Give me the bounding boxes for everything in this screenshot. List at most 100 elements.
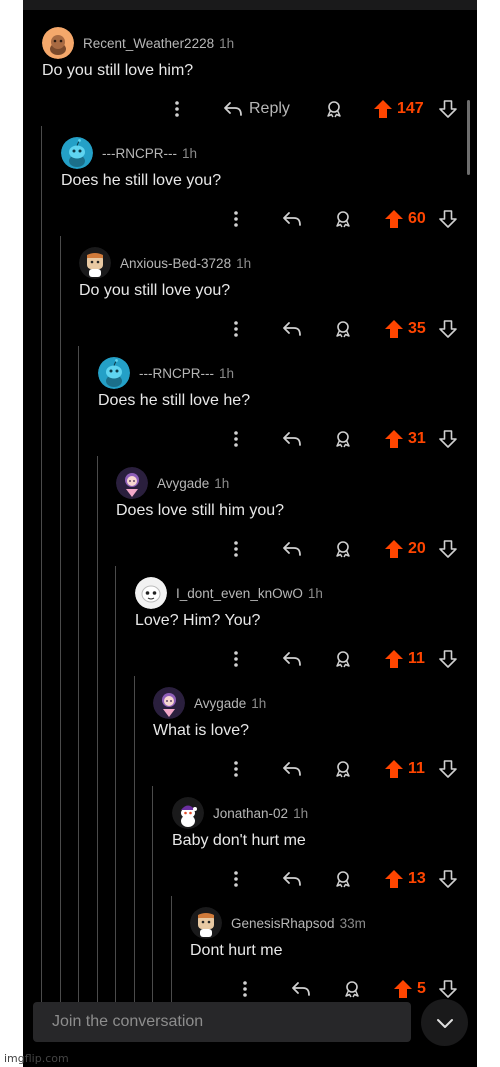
comment-time: 1h [307,586,323,601]
vote-score: 35 [408,320,426,337]
white-blob-avatar[interactable] [135,577,167,609]
custom-snoo-avatar[interactable] [190,907,222,939]
username[interactable]: Anxious-Bed-3728 [120,256,231,271]
comment-author[interactable]: Recent_Weather2228 1h [83,36,234,51]
anime-girl-avatar[interactable] [153,687,185,719]
username[interactable]: Recent_Weather2228 [83,36,214,51]
collapse-button[interactable] [421,999,468,1046]
username[interactable]: ---RNCPR--- [102,146,177,161]
comment-actions: 35 [23,316,477,342]
more-options-icon [243,981,247,997]
award-button[interactable] [334,756,352,782]
more-options-button[interactable] [242,976,248,1002]
upvote-button[interactable]: 60 [384,206,426,232]
award-button[interactable] [325,96,343,122]
more-options-button[interactable] [174,96,180,122]
upvote-button[interactable]: 13 [384,866,426,892]
downvote-button[interactable] [439,536,457,562]
more-options-icon [234,761,238,777]
upvote-button[interactable]: 20 [384,536,426,562]
award-button[interactable] [334,646,352,672]
award-button[interactable] [334,536,352,562]
reply-button[interactable] [282,206,302,232]
reply-button[interactable] [291,976,311,1002]
comment-author[interactable]: Anxious-Bed-3728 1h [120,256,251,271]
custom-snoo-avatar[interactable] [79,247,111,279]
username[interactable]: Jonathan-02 [213,806,288,821]
comment-time: 1h [214,476,230,491]
comment: Anxious-Bed-3728 1h Do you still love you?… [23,236,477,346]
upvote-icon [385,320,403,338]
username[interactable]: Avygade [194,696,246,711]
reply-button[interactable] [282,316,302,342]
comment-body: Does love still him you? [116,502,285,519]
comments-screen: Recent_Weather2228 1h Do you still love hi… [23,0,477,1067]
downvote-button[interactable] [439,206,457,232]
upvote-button[interactable]: 147 [373,96,424,122]
downvote-button[interactable] [439,96,457,122]
reply-icon [283,652,301,666]
more-options-button[interactable] [233,536,239,562]
more-options-button[interactable] [233,646,239,672]
comment: GenesisRhapsod 33m Dont hurt me 5 [23,896,477,1006]
reply-button[interactable] [282,866,302,892]
award-button[interactable] [334,206,352,232]
username[interactable]: I_dont_even_knOwO [176,586,303,601]
downvote-button[interactable] [439,646,457,672]
upvote-button[interactable]: 11 [384,646,425,672]
award-button[interactable] [343,976,361,1002]
scrollbar[interactable] [467,100,470,175]
comment-author[interactable]: Jonathan-02 1h [213,806,308,821]
orange-snoo-avatar[interactable] [42,27,74,59]
upvote-button[interactable]: 35 [384,316,426,342]
comment-author[interactable]: GenesisRhapsod 33m [231,916,366,931]
comment-author[interactable]: I_dont_even_knOwO 1h [176,586,323,601]
award-button[interactable] [334,426,352,452]
more-options-button[interactable] [233,756,239,782]
username[interactable]: Avygade [157,476,209,491]
more-options-button[interactable] [233,316,239,342]
username[interactable]: GenesisRhapsod [231,916,335,931]
more-options-button[interactable] [233,866,239,892]
cyan-snoo-avatar[interactable] [61,137,93,169]
reply-icon [283,872,301,886]
comment-actions: 31 [23,426,477,452]
downvote-button[interactable] [439,866,457,892]
reply-icon [283,542,301,556]
more-options-button[interactable] [233,426,239,452]
join-conversation-input[interactable]: Join the conversation [33,1002,411,1042]
comment-author[interactable]: Avygade 1h [194,696,266,711]
award-button[interactable] [334,866,352,892]
comment-author[interactable]: Avygade 1h [157,476,229,491]
comment-author[interactable]: ---RNCPR--- 1h [102,146,197,161]
comment-body: Do you still love him? [42,62,194,79]
santa-snoo-avatar[interactable] [172,797,204,829]
award-icon [327,101,341,118]
comment-time: 1h [236,256,252,271]
username[interactable]: ---RNCPR--- [139,366,214,381]
reply-button[interactable] [282,426,302,452]
reply-icon [283,762,301,776]
reply-button[interactable] [282,536,302,562]
anime-girl-avatar[interactable] [116,467,148,499]
downvote-button[interactable] [439,756,457,782]
award-button[interactable] [334,316,352,342]
downvote-button[interactable] [439,316,457,342]
vote-score: 11 [408,650,425,667]
reply-button[interactable]: Reply [223,96,290,122]
comment: Jonathan-02 1h Baby don't hurt me 13 [23,786,477,896]
upvote-icon [385,650,403,668]
comment-time: 1h [181,146,198,161]
upvote-button[interactable]: 5 [393,976,426,1002]
top-bar [23,0,477,10]
cyan-snoo-avatar[interactable] [98,357,130,389]
award-icon [336,871,350,888]
upvote-button[interactable]: 11 [384,756,425,782]
reply-button[interactable] [282,646,302,672]
more-options-button[interactable] [233,206,239,232]
downvote-button[interactable] [439,426,457,452]
reply-button[interactable] [282,756,302,782]
comment-author[interactable]: ---RNCPR--- 1h [139,366,234,381]
upvote-icon [385,430,403,448]
upvote-button[interactable]: 31 [384,426,426,452]
